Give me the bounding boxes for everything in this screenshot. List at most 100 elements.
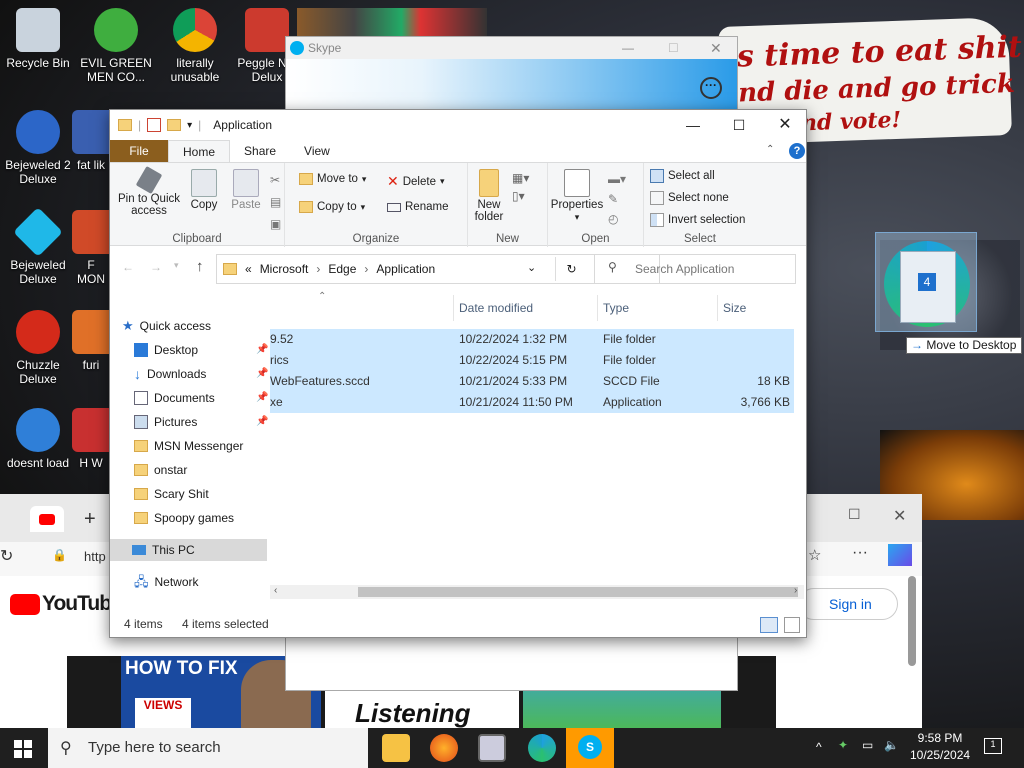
scroll-right-icon[interactable]: › — [794, 585, 797, 596]
file-explorer-taskbar-icon[interactable] — [382, 734, 410, 762]
chevron-up-icon[interactable]: ^ — [816, 740, 822, 754]
more-icon[interactable]: ··· — [852, 544, 868, 562]
copilot-icon[interactable] — [888, 544, 912, 566]
up-icon[interactable]: ↑ — [196, 258, 204, 275]
minimize-button[interactable]: — — [670, 110, 716, 140]
start-button[interactable] — [14, 740, 32, 758]
maximize-icon[interactable]: ☐ — [668, 37, 679, 59]
volume-icon[interactable]: 🔈 — [884, 738, 899, 752]
skype-taskbar-button[interactable]: S — [566, 728, 614, 768]
favorite-icon[interactable]: ☆ — [808, 546, 821, 564]
taskbar-search[interactable]: Type here to search — [48, 728, 368, 768]
breadcrumb-item[interactable]: Edge — [328, 262, 356, 276]
rename-button[interactable]: Rename — [387, 201, 448, 213]
nav-msn-messenger[interactable]: MSN Messenger — [134, 435, 268, 457]
scrollbar[interactable] — [908, 576, 916, 666]
desktop-icon-chrome[interactable]: literally unusable — [158, 8, 232, 84]
file-row[interactable]: rics 10/22/2024 5:15 PM File folder — [270, 350, 794, 371]
breadcrumb-overflow[interactable]: « — [245, 262, 252, 276]
tray-app-icon[interactable]: ✦ — [838, 738, 848, 752]
clipboard-small-icons[interactable]: ✂ ▤ ▣ — [270, 169, 282, 233]
column-date-modified[interactable]: Date modified — [459, 295, 533, 321]
desktop-icon-furi[interactable]: furi — [72, 310, 110, 372]
edge-taskbar-icon[interactable] — [528, 734, 556, 762]
properties-button[interactable]: Properties ▾ — [548, 169, 606, 223]
move-to-button[interactable]: Move to ▾ — [299, 173, 366, 185]
search-input[interactable]: Search Application — [594, 254, 796, 284]
clock[interactable]: 9:58 PM 10/25/2024 — [910, 730, 970, 764]
copy-button[interactable]: Copy — [186, 169, 222, 211]
desktop-icon-chuzzle[interactable]: Chuzzle Deluxe — [1, 310, 75, 386]
delete-button[interactable]: ✕ Delete ▾ — [387, 173, 445, 190]
nav-documents[interactable]: Documents 📌 — [134, 387, 268, 409]
file-row[interactable]: xe 10/21/2024 11:50 PM Application 3,766… — [270, 392, 794, 413]
copy-to-button[interactable]: Copy to ▾ — [299, 201, 365, 213]
tab-share[interactable]: Share — [230, 140, 290, 162]
maximize-icon[interactable]: ☐ — [848, 506, 861, 523]
help-icon[interactable]: ? — [789, 143, 805, 159]
address-bar[interactable]: http — [84, 549, 106, 564]
refresh-icon[interactable]: ↻ — [555, 257, 587, 281]
maximize-button[interactable]: ☐ — [716, 110, 762, 140]
scrollbar-thumb[interactable] — [358, 587, 798, 597]
select-none-button[interactable]: Select none — [650, 191, 729, 205]
column-divider[interactable] — [453, 295, 454, 321]
desktop-icon-mon[interactable]: F MON — [72, 210, 110, 286]
nav-pictures[interactable]: Pictures 📌 — [134, 411, 268, 433]
nav-network[interactable]: 🖧 Network — [134, 571, 268, 593]
chevron-down-icon[interactable]: ▾ — [187, 120, 192, 131]
sign-in-button[interactable]: Sign in — [798, 588, 898, 620]
recent-locations-icon[interactable]: ▾ — [174, 260, 179, 271]
details-view-icon[interactable] — [760, 617, 778, 633]
close-icon[interactable]: ✕ — [893, 506, 906, 526]
notifications-icon[interactable]: 1 — [984, 738, 1002, 754]
firefox-taskbar-icon[interactable] — [430, 734, 458, 762]
nav-quick-access[interactable]: ★ Quick access — [122, 315, 256, 337]
tab-view[interactable]: View — [290, 140, 344, 162]
new-item-icons[interactable]: ▦▾ ▯▾ — [512, 169, 536, 209]
new-folder-quick-icon[interactable] — [167, 119, 182, 131]
desktop-icon-doesnt-load[interactable]: doesnt load — [1, 408, 75, 470]
desktop-icon-recycle-bin[interactable]: Recycle Bin — [1, 8, 75, 70]
nav-spoopy-games[interactable]: Spoopy games — [134, 507, 268, 529]
file-row[interactable]: WebFeatures.sccd 10/21/2024 5:33 PM SCCD… — [270, 371, 794, 392]
breadcrumb-item[interactable]: Microsoft — [260, 262, 309, 276]
app-taskbar-icon[interactable] — [478, 734, 506, 762]
collapse-ribbon-icon[interactable]: ⌃ — [766, 144, 774, 155]
nav-downloads[interactable]: ↓ Downloads 📌 — [134, 363, 268, 385]
desktop-icon-fat-lik[interactable]: fat lik — [72, 110, 110, 172]
refresh-icon[interactable]: ↻ — [0, 546, 13, 566]
skype-more-button[interactable]: ··· — [700, 77, 722, 99]
tab-home[interactable]: Home — [168, 140, 231, 162]
new-folder-button[interactable]: New folder — [470, 169, 508, 223]
paste-button[interactable]: Paste — [228, 169, 264, 211]
close-button[interactable]: ✕ — [762, 110, 808, 140]
breadcrumb-item[interactable]: Application — [376, 262, 435, 276]
browser-tab[interactable] — [30, 506, 64, 532]
properties-quick-icon[interactable] — [147, 118, 162, 132]
nav-onstar[interactable]: onstar — [134, 459, 268, 481]
network-tray-icon[interactable]: ▭ — [862, 738, 873, 752]
large-icons-view-icon[interactable] — [784, 617, 800, 633]
nav-this-pc[interactable]: This PC — [110, 539, 267, 561]
pin-quick-access-button[interactable]: Pin to Quick access — [116, 165, 182, 217]
forward-icon[interactable]: → — [150, 260, 162, 274]
file-row[interactable]: 9.52 10/22/2024 1:32 PM File folder — [270, 329, 794, 350]
desktop-icon-bejeweled-2[interactable]: Bejeweled 2 Deluxe — [1, 110, 75, 186]
column-divider[interactable] — [597, 295, 598, 321]
desktop-icon-bejeweled[interactable]: Bejeweled Deluxe — [1, 207, 75, 286]
column-size[interactable]: Size — [723, 295, 746, 321]
nav-desktop[interactable]: Desktop 📌 — [134, 339, 268, 361]
desktop-icon-evil-green-men[interactable]: EVIL GREEN MEN CO... — [79, 8, 153, 84]
desktop-icon-hw[interactable]: H W — [72, 408, 110, 470]
select-all-button[interactable]: Select all — [650, 169, 715, 183]
nav-scary-shit[interactable]: Scary Shit — [134, 483, 268, 505]
close-icon[interactable]: ✕ — [710, 37, 722, 59]
scroll-left-icon[interactable]: ‹ — [274, 585, 277, 596]
address-dropdown-icon[interactable]: ⌄ — [527, 261, 536, 274]
minimize-icon[interactable]: — — [622, 37, 634, 59]
horizontal-scrollbar[interactable]: ‹ › — [270, 585, 804, 599]
invert-selection-button[interactable]: Invert selection — [650, 213, 745, 227]
tab-file[interactable]: File — [110, 140, 168, 162]
column-type[interactable]: Type — [603, 295, 629, 321]
